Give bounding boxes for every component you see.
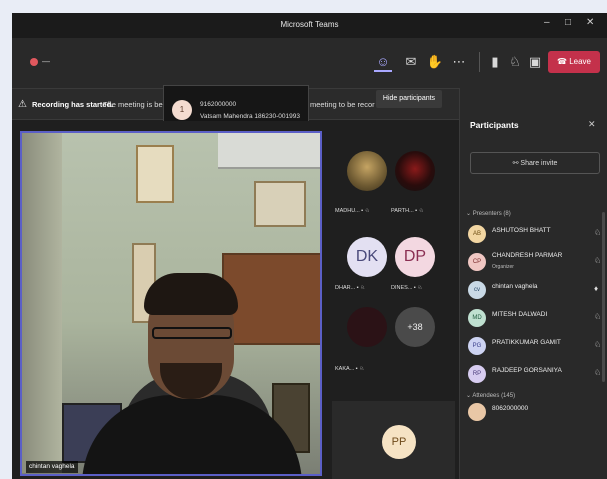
teams-window: Microsoft Teams – □ ✕ — ☺ ✉ ✋ ⋯ ▮ ♘ ▣ ☎ … [12,13,607,479]
attendees-section-label[interactable]: ⌄ Attendees (145) [466,392,515,399]
tile-label: DHAR... ▪ ♘ [335,285,366,291]
banner-text-continued: meeting to be recor [310,100,375,109]
mic-off-icon: ♘ [594,312,602,321]
participant-avatar: cv [468,281,486,299]
mic-off-icon: ♘ [594,368,602,377]
meeting-toolbar: — ☺ ✉ ✋ ⋯ ▮ ♘ ▣ ☎ Leave [12,38,607,88]
participant-avatar [468,403,486,421]
participant-name: CHANDRESH PARMAR [492,252,563,259]
hide-participants-tooltip: Hide participants [376,90,442,108]
tile-label: DINES... ▪ ♘ [391,285,423,291]
participant-name: 8062000000 [492,405,529,412]
panel-scrollbar[interactable] [602,212,605,382]
video-name-tag: chintan vaghela [26,461,78,473]
warning-icon: ⚠ [18,99,27,110]
meeting-timer: — [42,57,50,66]
share-invite-button[interactable]: ⚯ Share invite [470,152,600,174]
presenters-section-label[interactable]: ⌄ Presenters (8) [466,210,511,217]
tile-label: MADHU... ▪ ♘ [335,208,370,214]
participant-row[interactable]: AB ASHUTOSH BHATT ♘ [468,222,604,246]
participant-avatar: PG [468,337,486,355]
participant-name: RAJDEEP GORSANIYA [492,367,562,374]
tile-avatar-initials: PP [382,425,416,459]
more-options-icon[interactable]: ⋯ [450,52,468,72]
tile-avatar-initials[interactable]: DP [395,237,435,277]
more-participants-badge[interactable]: +38 [395,307,435,347]
hover-card-avatar: 1 [172,100,192,120]
window-title: Microsoft Teams [280,20,339,29]
participant-avatar: AB [468,225,486,243]
mic-off-icon: ♘ [594,256,602,265]
hover-card-line1: 9162000000 [200,101,237,108]
tile-avatar-initials[interactable]: DK [347,237,387,277]
close-panel-icon[interactable]: ✕ [588,119,596,130]
participant-row[interactable]: 8062000000 [468,400,604,424]
chevron-down-icon: ⌄ [466,211,473,217]
participant-name: MITESH DALWADI [492,311,548,318]
participants-icon[interactable]: ☺ [374,52,392,72]
participant-avatar: MD [468,309,486,327]
tile-avatar-photo[interactable] [347,151,387,191]
participant-row[interactable]: RP RAJDEEP GORSANIYA ♘ [468,362,604,386]
leave-button[interactable]: ☎ Leave [548,51,600,73]
participant-name: ASHUTOSH BHATT [492,227,551,234]
participants-panel: Participants ✕ ⚯ Share invite ⌄ Presente… [459,88,607,479]
participant-name: chintan vaghela [492,283,538,290]
participant-row[interactable]: PG PRATIKKUMAR GAMIT ♘ [468,334,604,358]
participant-row[interactable]: cv chintan vaghela ♦ [468,278,604,302]
phone-icon: ☎ [557,57,570,66]
participant-tile-pp[interactable]: PP [332,401,455,479]
tile-label: PARTH... ▪ ♘ [391,208,424,214]
recording-dot-icon [30,58,38,66]
tile-avatar-photo[interactable] [395,151,435,191]
leave-label: Leave [569,57,591,66]
banner-title: Recording has started. [32,100,114,109]
participant-row[interactable]: MD MITESH DALWADI ♘ [468,306,604,330]
participant-name: PRATIKKUMAR GAMIT [492,339,561,346]
air-conditioner [218,133,320,169]
panel-title: Participants [470,120,519,130]
close-icon[interactable]: ✕ [586,17,594,28]
chat-icon[interactable]: ✉ [402,52,420,72]
participant-row[interactable]: CP CHANDRESH PARMAR Organizer ♘ [468,250,604,274]
share-invite-label: Share invite [520,160,558,167]
participant-avatar: CP [468,253,486,271]
tile-avatar-photo[interactable] [347,307,387,347]
mic-off-icon: ♘ [594,228,602,237]
toolbar-divider [479,52,480,72]
mic-on-icon: ♦ [594,284,599,293]
participant-role: Organizer [492,264,514,270]
mic-off-icon: ♘ [594,340,602,349]
hover-card-line2: Vatsam Mahendra 186230-001993 [200,113,300,120]
minimize-icon[interactable]: – [544,17,550,28]
microphone-icon[interactable]: ♘ [506,52,524,72]
participant-avatar: RP [468,365,486,383]
tile-label: KAKA... ▪ ♘ [335,366,365,372]
main-video[interactable]: chintan vaghela [20,131,322,476]
raise-hand-icon[interactable]: ✋ [426,52,444,72]
title-bar: Microsoft Teams – □ ✕ [12,13,607,38]
maximize-icon[interactable]: □ [565,17,571,28]
camera-icon[interactable]: ▮ [486,52,504,72]
share-screen-icon[interactable]: ▣ [526,52,544,72]
